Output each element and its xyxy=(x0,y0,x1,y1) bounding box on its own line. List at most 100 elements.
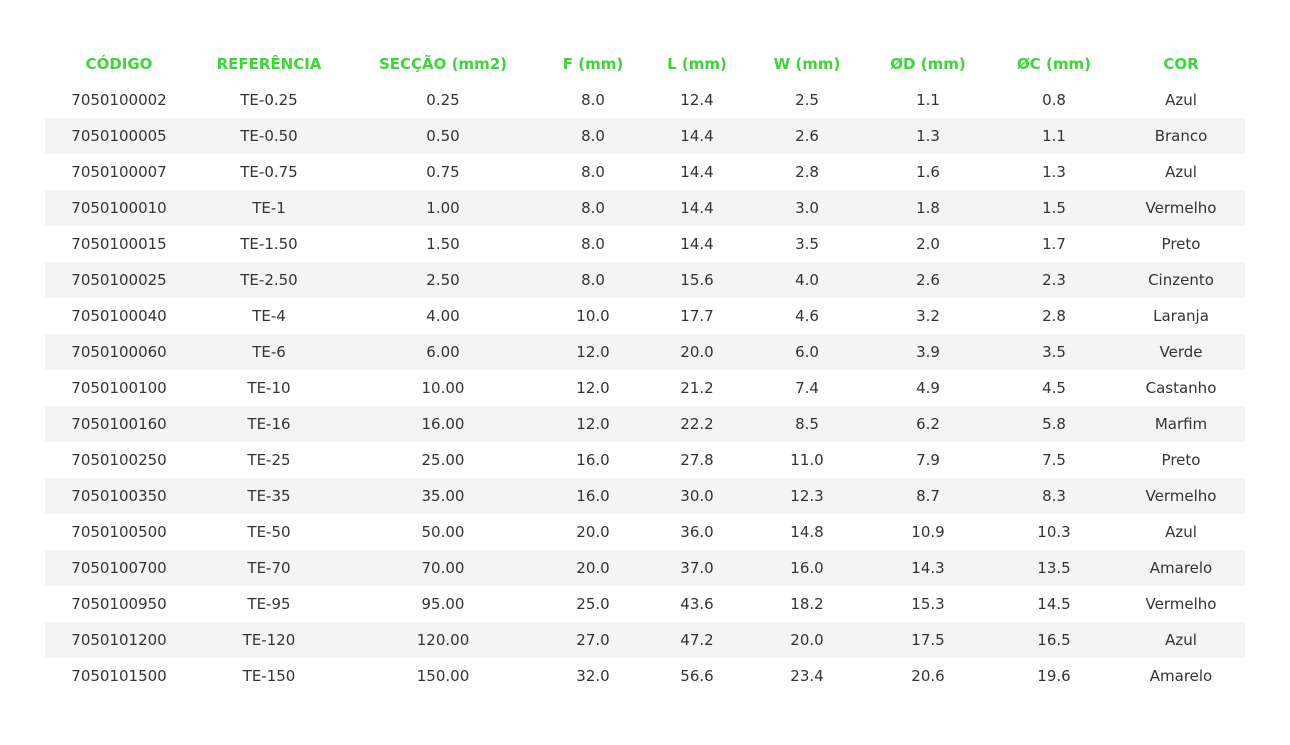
header-referencia: REFERÊNCIA xyxy=(216,55,322,73)
header-l: L (mm) xyxy=(667,55,727,73)
cell-seccao: 35.00 xyxy=(421,487,465,505)
table-row: 7050101500 TE-150 150.00 32.0 56.6 23.4 20.6 19… xyxy=(45,658,1245,694)
cell-f: 27.0 xyxy=(576,631,610,649)
cell-cor: Vermelho xyxy=(1145,199,1217,217)
cell-cor: Verde xyxy=(1159,343,1203,361)
specifications-table-container: CÓDIGO REFERÊNCIA SECÇÃO (mm2) F (mm) L … xyxy=(45,46,1245,694)
header-w: W (mm) xyxy=(773,55,841,73)
cell-referencia: TE-2.50 xyxy=(240,271,298,289)
cell-od: 1.1 xyxy=(916,91,940,109)
cell-codigo: 7050100250 xyxy=(71,451,167,469)
cell-codigo: 7050100002 xyxy=(71,91,167,109)
cell-f: 20.0 xyxy=(576,559,610,577)
cell-referencia: TE-6 xyxy=(252,343,286,361)
cell-od: 4.9 xyxy=(916,379,940,397)
cell-w: 2.5 xyxy=(795,91,819,109)
cell-cor: Vermelho xyxy=(1145,595,1217,613)
cell-referencia: TE-150 xyxy=(242,667,296,685)
cell-referencia: TE-25 xyxy=(247,451,291,469)
cell-oc: 1.7 xyxy=(1042,235,1066,253)
table-row: 7050101200 TE-120 120.00 27.0 47.2 20.0 17.5 16… xyxy=(45,622,1245,658)
cell-od: 3.2 xyxy=(916,307,940,325)
cell-cor: Marfim xyxy=(1154,415,1208,433)
cell-f: 8.0 xyxy=(581,199,605,217)
cell-oc: 8.3 xyxy=(1042,487,1066,505)
cell-seccao: 0.25 xyxy=(426,91,460,109)
table-row: 7050100250 TE-25 25.00 16.0 27.8 11.0 7.9 7.5 Pr… xyxy=(45,442,1245,478)
cell-w: 6.0 xyxy=(795,343,819,361)
cell-l: 56.6 xyxy=(680,667,714,685)
cell-codigo: 7050100010 xyxy=(71,199,167,217)
cell-l: 47.2 xyxy=(680,631,714,649)
table-row: 7050100005 TE-0.50 0.50 8.0 14.4 2.6 1.3 1.1 Bra… xyxy=(45,118,1245,154)
cell-w: 2.6 xyxy=(795,127,819,145)
cell-f: 12.0 xyxy=(576,379,610,397)
table-row: 7050100015 TE-1.50 1.50 8.0 14.4 3.5 2.0 1.7 Pre… xyxy=(45,226,1245,262)
cell-seccao: 1.00 xyxy=(426,199,460,217)
cell-referencia: TE-0.25 xyxy=(240,91,298,109)
header-codigo: CÓDIGO xyxy=(85,55,153,73)
cell-f: 8.0 xyxy=(581,91,605,109)
cell-od: 1.6 xyxy=(916,163,940,181)
cell-od: 3.9 xyxy=(916,343,940,361)
cell-oc: 5.8 xyxy=(1042,415,1066,433)
cell-cor: Azul xyxy=(1165,91,1197,109)
cell-od: 1.8 xyxy=(916,199,940,217)
cell-seccao: 4.00 xyxy=(426,307,460,325)
cell-codigo: 7050100700 xyxy=(71,559,167,577)
cell-od: 1.3 xyxy=(916,127,940,145)
cell-l: 37.0 xyxy=(680,559,714,577)
cell-w: 2.8 xyxy=(795,163,819,181)
cell-f: 8.0 xyxy=(581,271,605,289)
cell-codigo: 7050100015 xyxy=(71,235,167,253)
cell-referencia: TE-4 xyxy=(252,307,286,325)
table-row: 7050100002 TE-0.25 0.25 8.0 12.4 2.5 1.1 0.8 Azu… xyxy=(45,82,1245,118)
cell-od: 2.0 xyxy=(916,235,940,253)
cell-oc: 0.8 xyxy=(1042,91,1066,109)
cell-codigo: 7050100350 xyxy=(71,487,167,505)
cell-w: 7.4 xyxy=(795,379,819,397)
cell-cor: Preto xyxy=(1161,451,1201,469)
cell-l: 36.0 xyxy=(680,523,714,541)
table-row: 7050100100 TE-10 10.00 12.0 21.2 7.4 4.9 4.5 Cas… xyxy=(45,370,1245,406)
cell-l: 27.8 xyxy=(680,451,714,469)
cell-seccao: 16.00 xyxy=(421,415,465,433)
cell-f: 16.0 xyxy=(576,487,610,505)
cell-referencia: TE-1 xyxy=(252,199,286,217)
table-row: 7050100060 TE-6 6.00 12.0 20.0 6.0 3.9 3.5 Verde xyxy=(45,334,1245,370)
cell-l: 14.4 xyxy=(680,235,714,253)
cell-referencia: TE-16 xyxy=(247,415,291,433)
cell-seccao: 1.50 xyxy=(426,235,460,253)
cell-oc: 3.5 xyxy=(1042,343,1066,361)
header-oc: ØC (mm) xyxy=(1017,55,1091,73)
cell-oc: 14.5 xyxy=(1037,595,1071,613)
header-f: F (mm) xyxy=(562,55,624,73)
header-seccao: SECÇÃO (mm2) xyxy=(378,55,508,73)
cell-od: 14.3 xyxy=(911,559,945,577)
table-row: 7050100010 TE-1 1.00 8.0 14.4 3.0 1.8 1.5 Vermel… xyxy=(45,190,1245,226)
table-row: 7050100700 TE-70 70.00 20.0 37.0 16.0 14.3 13.5… xyxy=(45,550,1245,586)
cell-cor: Azul xyxy=(1165,523,1197,541)
cell-seccao: 10.00 xyxy=(421,379,465,397)
cell-codigo: 7050100500 xyxy=(71,523,167,541)
cell-f: 16.0 xyxy=(576,451,610,469)
cell-f: 8.0 xyxy=(581,235,605,253)
cell-cor: Laranja xyxy=(1153,307,1209,325)
cell-f: 12.0 xyxy=(576,343,610,361)
header-cor: COR xyxy=(1163,55,1199,73)
cell-l: 15.6 xyxy=(680,271,714,289)
cell-referencia: TE-35 xyxy=(247,487,291,505)
cell-w: 20.0 xyxy=(790,631,824,649)
cell-l: 12.4 xyxy=(680,91,714,109)
cell-f: 32.0 xyxy=(576,667,610,685)
cell-seccao: 6.00 xyxy=(426,343,460,361)
cell-codigo: 7050100040 xyxy=(71,307,167,325)
cell-w: 4.0 xyxy=(795,271,819,289)
cell-seccao: 50.00 xyxy=(421,523,465,541)
cell-f: 8.0 xyxy=(581,163,605,181)
cell-od: 15.3 xyxy=(911,595,945,613)
cell-l: 21.2 xyxy=(680,379,714,397)
header-row: CÓDIGO REFERÊNCIA SECÇÃO (mm2) F (mm) L … xyxy=(45,46,1245,82)
cell-f: 10.0 xyxy=(576,307,610,325)
cell-oc: 2.8 xyxy=(1042,307,1066,325)
